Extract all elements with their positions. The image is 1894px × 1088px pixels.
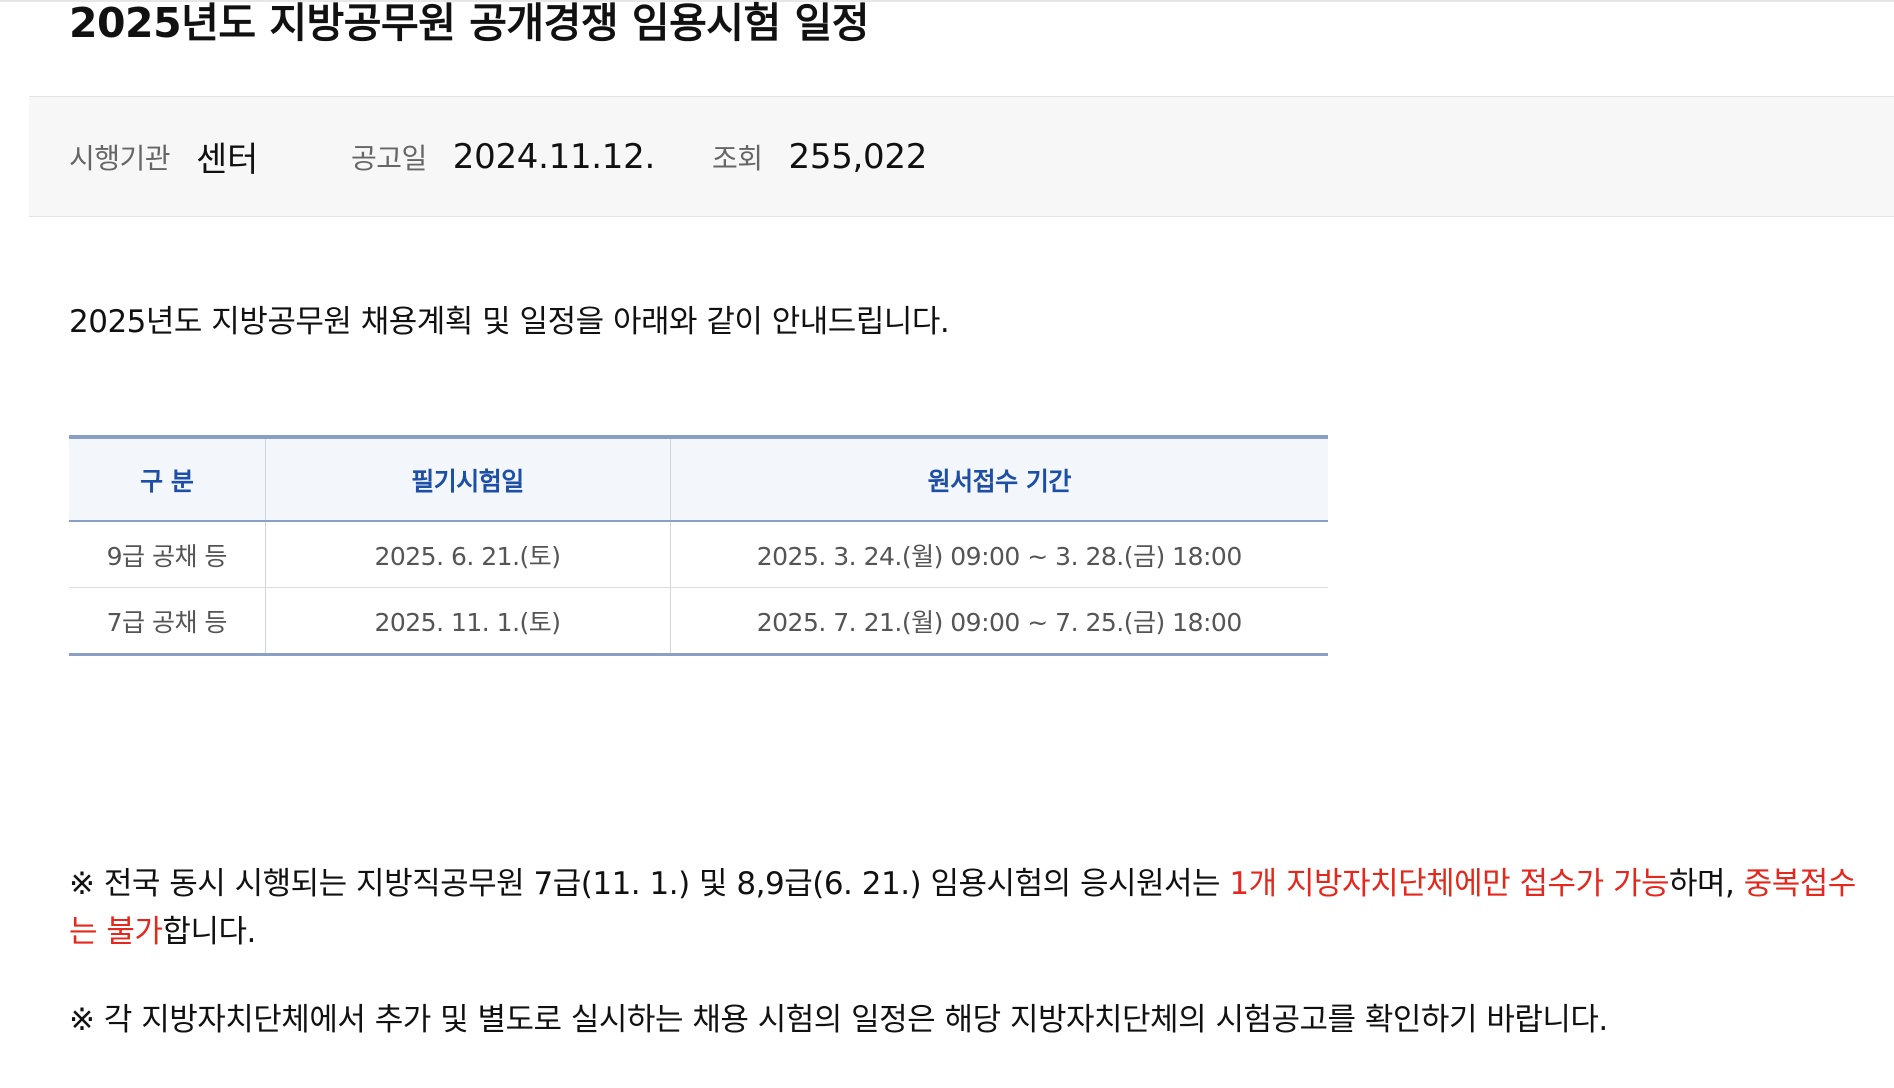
note-check-local-notice: ※ 각 지방자치단체에서 추가 및 별도로 실시하는 채용 시험의 일정은 해당… bbox=[69, 1002, 1608, 1038]
cell-exam-date: 2025. 6. 21.(토) bbox=[264, 520, 670, 588]
views-value: 255,022 bbox=[788, 136, 928, 177]
notes: ※ 전국 동시 시행되는 지방직공무원 7급(11. 1.) 및 8,9급(6.… bbox=[69, 860, 1859, 1084]
note1-text-c: 합니다. bbox=[162, 914, 256, 950]
meta-views: 조회 255,022 bbox=[712, 97, 927, 216]
agency-value: 센터 bbox=[196, 140, 259, 180]
cell-category: 9급 공채 등 bbox=[69, 520, 265, 588]
intro-text: 2025년도 지방공무원 채용계획 및 일정을 아래와 같이 안내드립니다. bbox=[69, 304, 950, 340]
schedule-table: 구 분 필기시험일 원서접수 기간 9급 공채 등 2025. 6. 21.(토… bbox=[69, 435, 1328, 656]
table-header-row: 구 분 필기시험일 원서접수 기간 bbox=[69, 437, 1328, 522]
table-row: 9급 공채 등 2025. 6. 21.(토) 2025. 3. 24.(월) … bbox=[69, 520, 1328, 588]
date-value: 2024.11.12. bbox=[452, 136, 655, 177]
meta-agency: 시행기관 센터 bbox=[69, 97, 258, 216]
meta-date: 공고일 2024.11.12. bbox=[351, 97, 655, 216]
header-written-exam-date: 필기시험일 bbox=[264, 437, 670, 522]
cell-application-period: 2025. 3. 24.(월) 09:00 ~ 3. 28.(금) 18:00 bbox=[669, 520, 1328, 588]
cell-exam-date: 2025. 11. 1.(토) bbox=[264, 587, 670, 655]
note1-text-a: ※ 전국 동시 시행되는 지방직공무원 7급(11. 1.) 및 8,9급(6.… bbox=[69, 866, 1230, 902]
note1-text-b: 하며, bbox=[1669, 866, 1744, 902]
note1-highlight-one-region: 1개 지방자치단체에만 접수가 가능 bbox=[1229, 866, 1669, 902]
meta-bar: 시행기관 센터 공고일 2024.11.12. 조회 255,022 bbox=[29, 96, 1894, 217]
header-category: 구 분 bbox=[69, 437, 265, 522]
cell-application-period: 2025. 7. 21.(월) 09:00 ~ 7. 25.(금) 18:00 bbox=[669, 587, 1328, 655]
cell-category: 7급 공채 등 bbox=[69, 587, 265, 655]
agency-label: 시행기관 bbox=[69, 141, 171, 175]
table-row: 7급 공채 등 2025. 11. 1.(토) 2025. 7. 21.(월) … bbox=[69, 587, 1328, 655]
views-label: 조회 bbox=[712, 141, 763, 175]
header-application-period: 원서접수 기간 bbox=[669, 437, 1328, 522]
page-title: 2025년도 지방공무원 공개경쟁 임용시험 일정 bbox=[69, 0, 869, 47]
date-label: 공고일 bbox=[351, 141, 427, 175]
note-duplicate-application: ※ 전국 동시 시행되는 지방직공무원 7급(11. 1.) 및 8,9급(6.… bbox=[69, 860, 1859, 956]
